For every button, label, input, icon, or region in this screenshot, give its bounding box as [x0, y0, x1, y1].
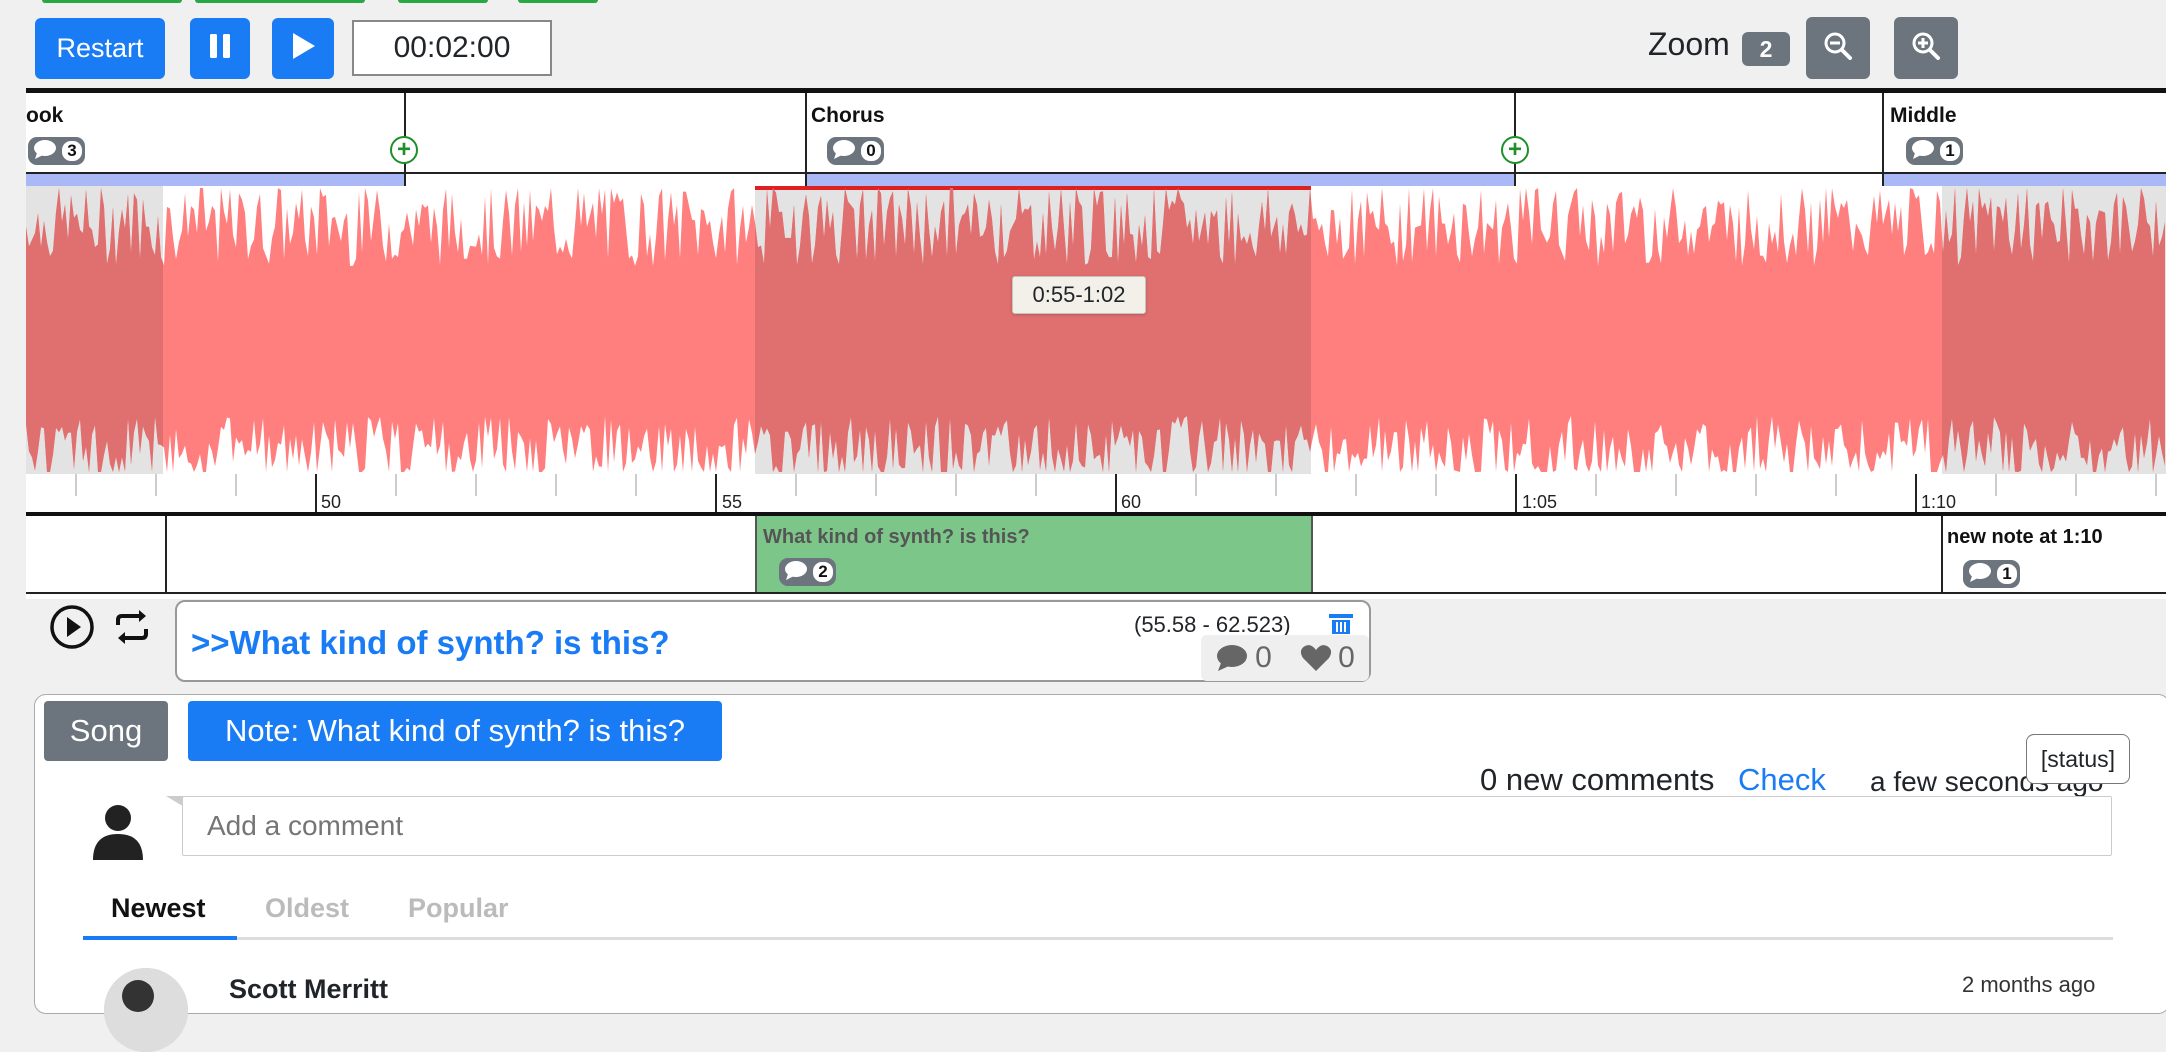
commenter-avatar	[104, 968, 188, 1052]
plus-icon: +	[1507, 136, 1522, 163]
zoom-in-icon	[1911, 31, 1941, 66]
comment-input[interactable]	[182, 796, 2112, 856]
comment-time: 2 months ago	[1962, 972, 2096, 997]
comment-author[interactable]: Scott Merritt	[229, 974, 388, 1005]
tab-song[interactable]: Song	[44, 701, 168, 761]
check-link[interactable]: Check	[1738, 762, 1826, 798]
note-like-count[interactable]: 0	[1300, 641, 1355, 675]
tick-label: 1:05	[1522, 492, 1558, 512]
pause-icon	[208, 32, 232, 65]
note-comment-count[interactable]: 0	[1215, 641, 1272, 675]
zoom-label: Zoom	[1648, 26, 1730, 62]
comment-icon	[1217, 645, 1248, 671]
repeat-icon	[112, 607, 152, 652]
new-comments-count: 0 new comments	[1480, 762, 1715, 797]
comment-input-wrapper	[166, 796, 2114, 856]
section-label[interactable]: Chorus	[811, 104, 885, 128]
comment-icon	[32, 139, 58, 164]
sort-newest-tab[interactable]: Newest	[111, 893, 206, 924]
note-stats: 0 0	[1201, 635, 1369, 681]
section-comments-badge[interactable]: 1	[1906, 137, 1963, 165]
comment-icon	[783, 560, 809, 585]
sort-oldest-tab[interactable]: Oldest	[265, 893, 349, 924]
section-label[interactable]: ook	[26, 104, 63, 128]
zoom-out-button[interactable]	[1806, 17, 1870, 79]
waveform[interactable]	[26, 186, 2166, 474]
zoom-in-button[interactable]	[1894, 17, 1958, 79]
add-section-button[interactable]: +	[390, 136, 418, 164]
plus-icon: +	[396, 136, 411, 163]
status-indicator: [status]	[2026, 734, 2130, 784]
selection-tooltip: 0:55-1:02	[1012, 276, 1146, 314]
heart-icon	[1301, 645, 1332, 671]
waveform-graph	[26, 188, 2165, 472]
play-note-button[interactable]	[48, 604, 96, 655]
tick-label: 1:10	[1921, 492, 1957, 512]
section-comments-badge[interactable]: 3	[28, 137, 85, 165]
tick-label: 60	[1121, 492, 1142, 512]
play-icon	[289, 31, 317, 66]
section-comments-badge[interactable]: 0	[827, 137, 884, 165]
play-circle-icon	[49, 604, 95, 655]
comment-icon	[1910, 139, 1936, 164]
note-card: >>What kind of synth? is this? (55.58 - …	[175, 600, 1371, 682]
add-section-button[interactable]: +	[1501, 136, 1529, 164]
tab-note[interactable]: Note: What kind of synth? is this?	[188, 701, 722, 761]
comment-icon	[831, 139, 857, 164]
section-label[interactable]: Middle	[1890, 104, 1957, 128]
time-display[interactable]: 00:02:00	[352, 20, 552, 76]
tick-label: 50	[321, 492, 342, 512]
note-label: What kind of synth? is this?	[763, 526, 1030, 548]
sections-row	[26, 93, 2166, 186]
note-label[interactable]: new note at 1:10	[1947, 526, 2103, 549]
note-comments-badge[interactable]: 2	[779, 558, 836, 586]
user-avatar-icon	[88, 800, 148, 865]
active-tab-indicator	[83, 936, 237, 940]
restart-button[interactable]: Restart	[35, 18, 165, 79]
loop-button[interactable]	[108, 605, 156, 653]
zoom-out-icon	[1823, 31, 1853, 66]
zoom-level-badge: 2	[1742, 32, 1790, 66]
note-region[interactable]: What kind of synth? is this? 2	[755, 516, 1313, 592]
pause-button[interactable]	[190, 18, 250, 79]
sort-popular-tab[interactable]: Popular	[408, 893, 509, 924]
sort-tabs-underline	[83, 937, 2113, 940]
play-button[interactable]	[272, 18, 334, 79]
tick-label: 55	[722, 492, 743, 512]
comment-icon	[1967, 562, 1993, 587]
note-title[interactable]: >>What kind of synth? is this?	[191, 624, 670, 662]
time-ruler: 50 55 60 1:05 1:10	[26, 474, 2166, 512]
note-comments-badge[interactable]: 1	[1963, 560, 2020, 588]
